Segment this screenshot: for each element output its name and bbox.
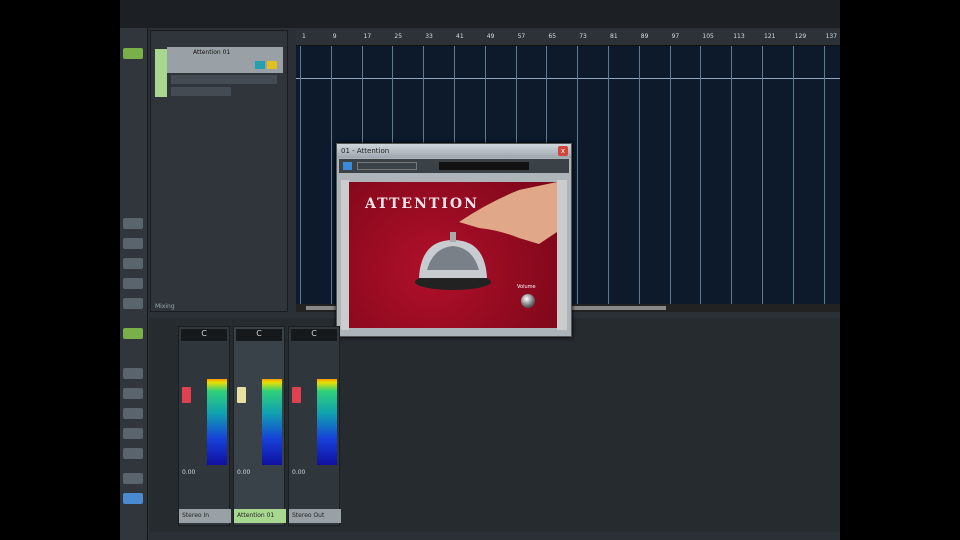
- channel-name[interactable]: Attention 01: [234, 509, 286, 523]
- grid-line: [300, 46, 301, 304]
- ruler-tick: 41: [456, 33, 464, 40]
- mixer-channel[interactable]: C 0.00 Attention 01: [233, 326, 286, 526]
- ruler-tick: 49: [486, 33, 495, 40]
- grid-line: [823, 46, 825, 304]
- grid-line: [608, 46, 609, 304]
- plugin-window[interactable]: 01 - Attention x ATTENTION Volume: [336, 143, 572, 337]
- close-button[interactable]: x: [558, 146, 568, 156]
- tool-button[interactable]: [123, 238, 143, 249]
- ruler-tick: 1: [302, 33, 306, 40]
- volume-fader[interactable]: [292, 387, 301, 403]
- grid-line: [638, 46, 640, 304]
- automation-line: [296, 78, 840, 79]
- grid-line: [669, 46, 671, 304]
- left-zone-toolbar: [120, 28, 148, 540]
- track-header[interactable]: Attention 01: [167, 47, 283, 73]
- ruler-tick: 33: [425, 33, 433, 40]
- volume-fader[interactable]: [182, 387, 191, 403]
- tool-button[interactable]: [123, 493, 143, 504]
- tool-button[interactable]: [123, 388, 143, 399]
- ruler-tick: 97: [671, 33, 680, 40]
- side-bar: [341, 180, 349, 330]
- tool-button[interactable]: [123, 368, 143, 379]
- grid-line: [330, 46, 332, 304]
- pan-display[interactable]: C: [181, 329, 227, 341]
- ruler[interactable]: 1 9 17 25 33 41 49 57 65 73 81 89 97 105 113 121 129 137: [296, 30, 840, 46]
- mixer-channel[interactable]: C 0.00 Stereo Out: [288, 326, 341, 526]
- tool-button[interactable]: [123, 48, 143, 59]
- automation-lane[interactable]: [171, 87, 231, 96]
- volume-knob[interactable]: [521, 294, 535, 308]
- tool-button[interactable]: [123, 328, 143, 339]
- ruler-tick: 9: [332, 33, 337, 40]
- ruler-tick: 89: [640, 33, 649, 40]
- ruler-tick: 129: [794, 33, 807, 40]
- volume-fader[interactable]: [237, 387, 246, 403]
- bell-icon[interactable]: [413, 230, 493, 290]
- channel-name[interactable]: Stereo In: [179, 509, 231, 523]
- ruler-tick: 121: [764, 33, 776, 40]
- ruler-tick: 81: [610, 33, 618, 40]
- volume-value[interactable]: 0.00: [237, 469, 250, 476]
- channel-name[interactable]: Stereo Out: [289, 509, 341, 523]
- tool-button[interactable]: [123, 428, 143, 439]
- pan-display[interactable]: C: [236, 329, 282, 341]
- grid-line: [700, 46, 702, 304]
- track-list: Attention 01 Mixing: [150, 30, 288, 312]
- power-icon[interactable]: [343, 162, 352, 170]
- tool-button[interactable]: [123, 278, 143, 289]
- ruler-tick: 105: [702, 33, 714, 40]
- grid-line: [762, 46, 763, 304]
- top-bar: [120, 0, 840, 28]
- ruler-tick: 113: [733, 33, 745, 40]
- automation-lane[interactable]: [171, 75, 277, 84]
- volume-value[interactable]: 0.00: [292, 469, 305, 476]
- tool-button[interactable]: [123, 408, 143, 419]
- preset-field[interactable]: [439, 162, 529, 170]
- grid-line: [577, 46, 579, 304]
- ruler-tick: 57: [517, 33, 526, 40]
- side-bar: [557, 180, 567, 330]
- tool-button[interactable]: [123, 448, 143, 459]
- tracklist-footer: Mixing: [155, 303, 175, 310]
- tool-button[interactable]: [123, 258, 143, 269]
- read-button[interactable]: [255, 61, 265, 69]
- track-color-strip: [155, 49, 167, 97]
- mixer-channel[interactable]: C 0.00 Stereo In: [178, 326, 231, 526]
- plugin-title[interactable]: 01 - Attention: [337, 144, 571, 158]
- level-meter: [317, 379, 337, 465]
- grid-line: [792, 46, 794, 304]
- ruler-tick: 65: [548, 33, 557, 40]
- track-name[interactable]: Attention 01: [193, 49, 230, 56]
- tool-button[interactable]: [123, 298, 143, 309]
- ruler-tick: 137: [825, 33, 838, 40]
- write-button[interactable]: [267, 61, 277, 69]
- attention-plugin-panel: ATTENTION Volume: [349, 182, 557, 328]
- ruler-tick: 73: [579, 33, 587, 40]
- volume-value[interactable]: 0.00: [182, 469, 195, 476]
- level-meter: [207, 379, 227, 465]
- grid-line: [731, 46, 733, 304]
- ruler-tick: 17: [363, 33, 372, 40]
- tool-button[interactable]: [123, 218, 143, 229]
- pan-display[interactable]: C: [291, 329, 337, 341]
- mixer-channels: C 0.00 Stereo In C 0.00 Attention 01 C 0.0…: [178, 322, 348, 526]
- ruler-tick: 25: [394, 33, 403, 40]
- tool-button[interactable]: [123, 473, 143, 484]
- volume-label: Volume: [517, 284, 536, 290]
- plugin-toolbar: [339, 159, 569, 173]
- level-meter: [262, 379, 282, 465]
- preset-buttons[interactable]: [357, 162, 417, 170]
